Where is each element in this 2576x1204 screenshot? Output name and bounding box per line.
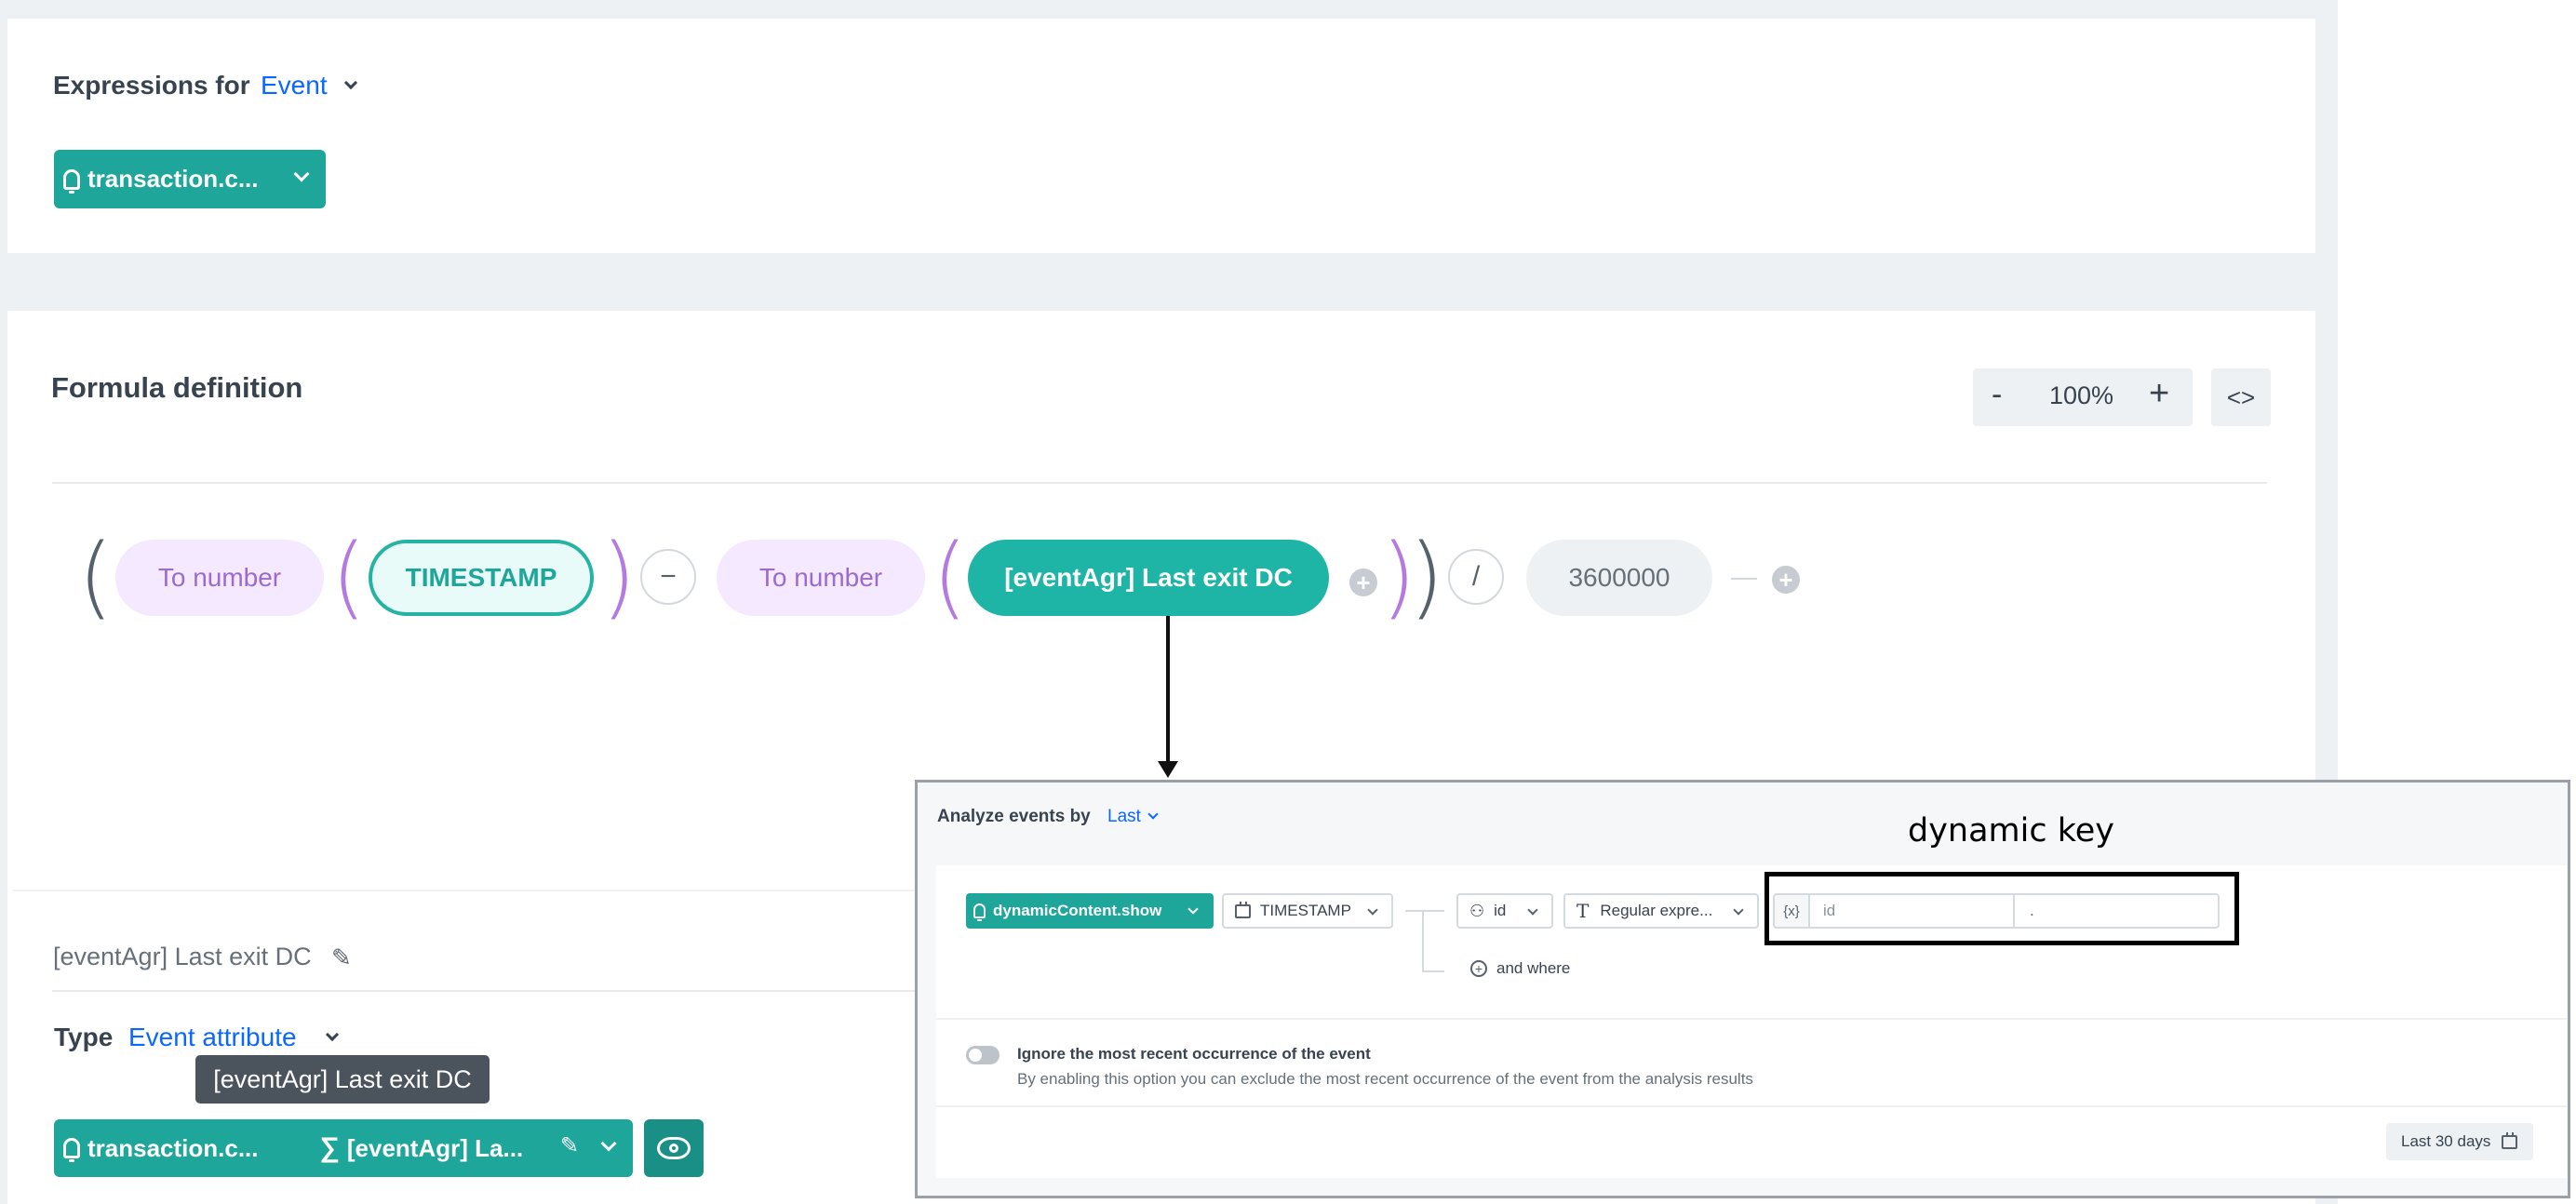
and-where-label: and where bbox=[1496, 959, 1571, 977]
connector bbox=[1422, 970, 1444, 972]
analyze-mode-dropdown[interactable]: Last bbox=[1107, 807, 1159, 827]
event-selector-label: transaction.c... bbox=[87, 165, 259, 193]
chevron-down-icon bbox=[1147, 809, 1159, 820]
code-view-toggle[interactable]: <> bbox=[2211, 368, 2271, 426]
connector bbox=[1731, 578, 1757, 580]
chevron-down-icon bbox=[1367, 904, 1378, 916]
parameter-select-label: id bbox=[1494, 902, 1507, 919]
event-label: transaction.c... bbox=[87, 1133, 259, 1162]
annotation-arrow bbox=[1166, 616, 1170, 765]
sigma-icon: ∑ bbox=[319, 1132, 340, 1163]
divider bbox=[936, 1105, 2567, 1107]
attribute-label: [eventAgr] La... bbox=[346, 1133, 524, 1162]
zoom-level: 100% bbox=[2049, 381, 2114, 409]
expressions-panel bbox=[7, 19, 2315, 253]
operator-select[interactable]: T Regular expre... bbox=[1563, 893, 1759, 929]
zoom-out-button[interactable]: - bbox=[1992, 377, 2002, 413]
date-range-label: Last 30 days bbox=[2401, 1132, 2491, 1150]
connector bbox=[1422, 912, 1424, 971]
divide-operator[interactable]: / bbox=[1448, 549, 1504, 605]
annotation-arrow-head bbox=[1158, 761, 1178, 778]
divider bbox=[13, 890, 944, 891]
analyze-label: Analyze events by bbox=[937, 807, 1091, 826]
timestamp-select[interactable]: TIMESTAMP bbox=[1222, 893, 1393, 929]
ignore-title: Ignore the most recent occurrence of the… bbox=[1017, 1045, 1371, 1063]
formula-title: Formula definition bbox=[51, 371, 303, 404]
popup-event-label: dynamicContent.show bbox=[993, 902, 1162, 919]
minus-operator[interactable]: − bbox=[640, 549, 696, 605]
timestamp-select-label: TIMESTAMP bbox=[1260, 902, 1351, 919]
attribute-name: [eventAgr] Last exit DC bbox=[53, 943, 312, 970]
annotation-highlight-box bbox=[1764, 872, 2239, 945]
ignore-description: By enabling this option you can exclude … bbox=[1017, 1070, 1753, 1088]
divider bbox=[52, 482, 2267, 484]
token-event-attribute[interactable]: [eventAgr] Last exit DC bbox=[968, 540, 1329, 616]
paren-close: ) bbox=[1409, 525, 1444, 629]
bell-icon bbox=[63, 168, 80, 194]
ignore-toggle[interactable] bbox=[966, 1046, 1000, 1064]
parameter-select[interactable]: ⚇ id bbox=[1456, 893, 1553, 929]
type-dropdown[interactable]: Event attribute bbox=[128, 1023, 297, 1052]
function-token-to-number[interactable]: To number bbox=[717, 540, 925, 616]
and-where-button[interactable]: + and where bbox=[1470, 959, 1570, 978]
bell-icon bbox=[973, 903, 986, 921]
edit-icon[interactable]: ✎ bbox=[560, 1132, 579, 1159]
user-icon: ⚇ bbox=[1469, 901, 1485, 920]
operator-select-label: Regular expre... bbox=[1600, 902, 1713, 919]
divider bbox=[52, 990, 918, 992]
calendar-icon bbox=[2502, 1131, 2518, 1149]
edit-icon[interactable]: ✎ bbox=[331, 943, 352, 972]
add-icon[interactable]: + bbox=[1772, 566, 1800, 594]
paren-open: ( bbox=[331, 525, 367, 629]
chevron-down-icon bbox=[1187, 903, 1199, 915]
type-label: Type bbox=[54, 1023, 114, 1051]
paren-close: ) bbox=[601, 525, 637, 629]
calendar-icon bbox=[1235, 901, 1251, 918]
chevron-down-icon bbox=[600, 1135, 617, 1152]
token-number[interactable]: 3600000 bbox=[1526, 540, 1712, 616]
eye-icon bbox=[657, 1137, 691, 1159]
preview-button[interactable] bbox=[644, 1119, 704, 1177]
zoom-in-button[interactable]: + bbox=[2149, 374, 2169, 414]
function-token-to-number[interactable]: To number bbox=[115, 540, 324, 616]
expressions-type-dropdown[interactable]: Event bbox=[261, 71, 328, 100]
paren-open: ( bbox=[932, 525, 968, 629]
bell-icon bbox=[63, 1138, 80, 1162]
add-icon[interactable]: + bbox=[1349, 569, 1377, 596]
connector bbox=[1405, 910, 1444, 912]
text-type-icon: T bbox=[1576, 900, 1590, 922]
attribute-selector-button[interactable]: transaction.c... ∑ [eventAgr] La... ✎ bbox=[54, 1119, 633, 1177]
tooltip: [eventAgr] Last exit DC bbox=[195, 1055, 490, 1104]
paren-open: ( bbox=[78, 525, 114, 629]
date-range-button[interactable]: Last 30 days bbox=[2386, 1123, 2533, 1160]
chevron-down-icon bbox=[1527, 904, 1538, 916]
annotation-label: dynamic key bbox=[1908, 812, 2115, 849]
divider bbox=[936, 1018, 2567, 1020]
event-selector-button[interactable]: transaction.c... bbox=[54, 150, 326, 208]
chevron-down-icon bbox=[293, 166, 310, 182]
chevron-down-icon bbox=[1733, 904, 1744, 916]
expressions-label: Expressions for bbox=[53, 71, 250, 100]
popup-event-button[interactable]: dynamicContent.show bbox=[966, 893, 1214, 929]
token-timestamp[interactable]: TIMESTAMP bbox=[369, 540, 594, 616]
add-circle-icon: + bbox=[1470, 960, 1487, 977]
